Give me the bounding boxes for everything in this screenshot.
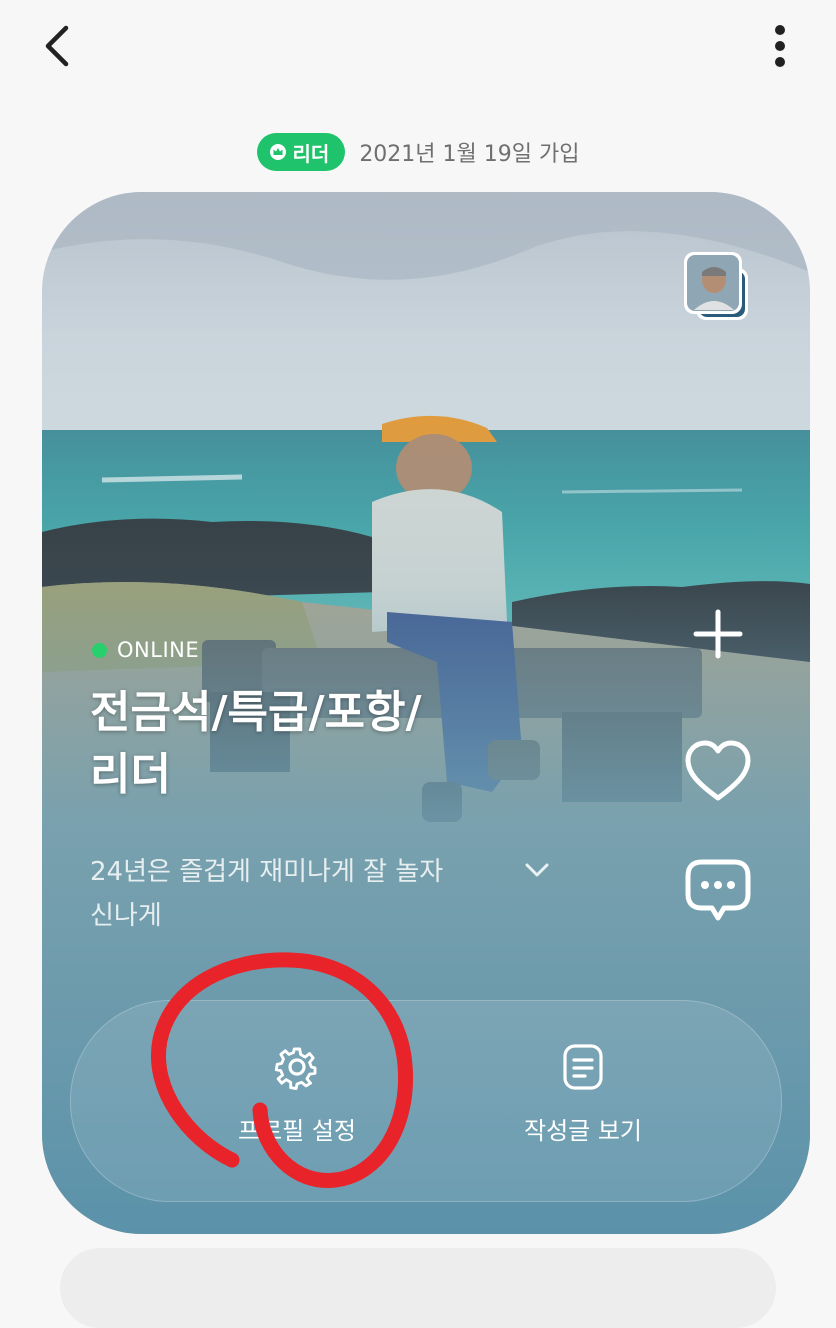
profile-card: ONLINE 전금석/특급/포항/ 리더 24년은 즐겁게 재미나게 잘 놀자 … [42,192,810,1234]
join-date: 2021년 1월 19일 가입 [359,142,580,167]
view-posts-button[interactable]: 작성글 보기 [473,1041,693,1161]
profile-name: 전금석/특급/포항/ 리더 [90,682,610,806]
profile-settings-label: 프로필 설정 [237,1117,357,1145]
status-message-line2: 신나게 [90,901,162,931]
online-dot-icon [92,642,107,658]
document-icon [563,1044,603,1090]
chat-bubble-icon[interactable] [682,854,754,926]
leader-badge: 리더 [256,133,346,171]
profile-name-line2: 리더 [90,749,171,800]
leader-badge-label: 리더 [292,141,330,166]
profile-meta-row: 리더 2021년 1월 19일 가입 [0,130,836,174]
profile-settings-button[interactable]: 프로필 설정 [187,1041,407,1161]
profile-action-bar: 프로필 설정 작성글 보기 [70,1000,782,1202]
status-message[interactable]: 24년은 즐겁게 재미나게 잘 놀자 신나게 [90,850,510,938]
view-posts-label: 작성글 보기 [523,1117,643,1145]
plus-icon[interactable] [682,598,754,670]
heart-icon[interactable] [682,736,754,808]
status-message-line1: 24년은 즐겁게 재미나게 잘 놀자 [90,857,444,887]
online-label: ONLINE [117,638,200,662]
profile-thumbnail[interactable] [684,250,750,322]
next-section-card [60,1248,776,1328]
top-bar [0,0,836,100]
gear-icon [274,1047,317,1091]
crown-icon [269,144,286,160]
chevron-down-icon[interactable] [522,856,552,884]
online-status: ONLINE [92,638,199,662]
vertical-dots-icon[interactable] [762,20,798,76]
profile-name-line1: 전금석/특급/포항/ [90,687,422,738]
chevron-left-icon[interactable] [36,20,86,70]
